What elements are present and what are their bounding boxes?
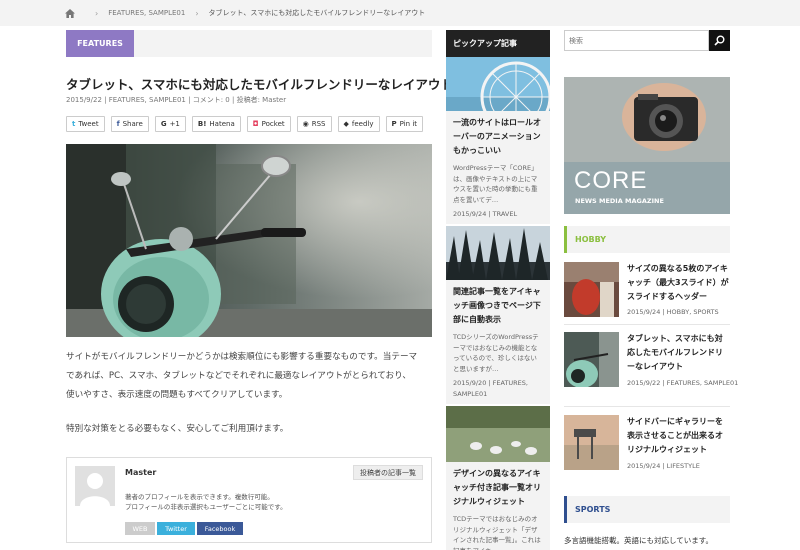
sidebar: CORE NEWS MEDIA MAGAZINE HOBBY サイズの異なる5枚…: [564, 30, 738, 545]
share-label: Tweet: [78, 120, 99, 128]
avatar: [75, 466, 115, 506]
category-bar: [134, 30, 432, 57]
banner-title: CORE: [574, 167, 648, 194]
breadcrumb: › FEATURES, SAMPLE01 › タブレット、スマホにも対応したモバ…: [0, 0, 800, 26]
author-posts-button[interactable]: 投稿者の記事一覧: [353, 465, 423, 480]
sidebar-post-meta: 2015/9/24 | LIFESTYLE: [627, 462, 700, 470]
search-button[interactable]: [709, 30, 730, 51]
pickup-excerpt: TCDシリーズのWordPressテーマではおなじみの機能となっているので、珍し…: [453, 333, 539, 373]
sidebar-post-meta: 2015/9/24 | HOBBY, SPORTS: [627, 308, 719, 316]
core-banner[interactable]: CORE NEWS MEDIA MAGAZINE: [564, 77, 730, 214]
share-label: RSS: [311, 120, 326, 128]
hatena-icon: B!: [197, 120, 207, 128]
sports-heading[interactable]: SPORTS: [564, 496, 730, 523]
post-date: 2015/9/22: [66, 96, 102, 104]
sports-text: 多言語機能搭載。英語にも対応しています。: [564, 536, 714, 545]
sidebar-post-thumbnail[interactable]: [564, 262, 619, 317]
post-body-line: であれば、PC、スマホ、タブレットなどでそれぞれに最適なレイアウトがとられており…: [66, 371, 411, 381]
home-icon[interactable]: [65, 8, 75, 18]
sidebar-post-thumbnail[interactable]: [564, 332, 619, 387]
share-buttons: t Tweet f Share G +1 B! Hatena ◘ Pocket …: [66, 116, 424, 132]
post-categories[interactable]: FEATURES, SAMPLE01: [109, 96, 186, 104]
pickup-meta: 2015/9/24 | TRAVEL: [453, 210, 518, 218]
share-label: Hatena: [209, 120, 235, 128]
divider: [564, 406, 730, 407]
pickup-column: ピックアップ記事 一流のサイトはロールオーバーのアニメーションもかっこいい Wo…: [446, 30, 550, 550]
pickup-heading: ピックアップ記事: [446, 30, 550, 57]
pickup-title[interactable]: 関連記事一覧をアイキャッチ画像つきでページ下部に自動表示: [446, 280, 550, 327]
feedly-icon: ◆: [343, 120, 349, 128]
author-description-line: プロフィールの非表示選択もユーザーごとに可能です。: [125, 503, 287, 511]
chevron-right-icon: ›: [195, 8, 199, 18]
pinterest-icon: P: [391, 120, 397, 128]
pickup-title[interactable]: 一流のサイトはロールオーバーのアニメーションもかっこいい: [446, 111, 550, 158]
sidebar-post-meta: 2015/9/22 | FEATURES, SAMPLE01: [627, 379, 739, 387]
share-button-pocket[interactable]: ◘ Pocket: [246, 116, 291, 132]
author-links: WEB Twitter Facebook: [125, 522, 243, 535]
divider: [564, 324, 730, 325]
post-comments[interactable]: コメント: 0: [193, 96, 230, 104]
share-label: feedly: [351, 120, 374, 128]
article: FEATURES タブレット、スマホにも対応したモバイルフレンドリーなレイアウト…: [66, 30, 453, 543]
category-label[interactable]: FEATURES: [66, 30, 134, 57]
hero-image: [66, 144, 432, 337]
pickup-meta: 2015/9/20 | FEATURES, SAMPLE01: [453, 379, 528, 398]
pickup-thumbnail[interactable]: [446, 57, 550, 111]
share-label: +1: [169, 120, 180, 128]
share-button-facebook[interactable]: f Share: [110, 116, 149, 132]
rss-icon: ◉: [302, 120, 309, 128]
post-body-line: 使いやすさ、表示速度の問題もすべてクリアしています。: [66, 390, 288, 400]
banner-subtitle: NEWS MEDIA MAGAZINE: [575, 197, 664, 205]
post-author[interactable]: 投稿者: Master: [237, 96, 287, 104]
author-twitter-link[interactable]: Twitter: [157, 522, 195, 535]
pickup-excerpt: WordPressテーマ「CORE」は、画像やテキストの上にマウスを置いた時の挙…: [453, 164, 538, 204]
post-body: サイトがモバイルフレンドリーかどうかは検索順位にも影響する重要なものです。当テー…: [66, 348, 432, 405]
pickup-excerpt: TCDテーマではおなじみのオリジナルウィジェット「デザインされた記事一覧」。これ…: [453, 515, 541, 550]
share-button-pinterest[interactable]: P Pin it: [385, 116, 424, 132]
share-button-tweet[interactable]: t Tweet: [66, 116, 105, 132]
search-icon: [714, 35, 725, 46]
share-label: Share: [122, 120, 143, 128]
search-form: [564, 30, 730, 51]
author-box: Master 投稿者の記事一覧 著者のプロフィールを表示できます。複数行可能。 …: [66, 457, 432, 543]
sidebar-post-title[interactable]: サイドバーにギャラリーを表示させることが出来るオリジナルウィジェット: [627, 415, 730, 457]
pickup-title[interactable]: デザインの異なるアイキャッチ付き記事一覧オリジナルウィジェット: [446, 462, 550, 509]
share-button-google-plus[interactable]: G +1: [154, 116, 186, 132]
share-button-feedly[interactable]: ◆ feedly: [337, 116, 380, 132]
breadcrumb-current: タブレット、スマホにも対応したモバイルフレンドリーなレイアウト: [208, 9, 426, 17]
breadcrumb-category-link[interactable]: FEATURES, SAMPLE01: [108, 9, 185, 17]
share-label: Pocket: [261, 120, 285, 128]
pickup-item[interactable]: デザインの異なるアイキャッチ付き記事一覧オリジナルウィジェット TCDテーマでは…: [446, 406, 550, 550]
pickup-item[interactable]: 関連記事一覧をアイキャッチ画像つきでページ下部に自動表示 TCDシリーズのWor…: [446, 226, 550, 404]
google-plus-icon: G: [160, 120, 167, 128]
sidebar-post-title[interactable]: サイズの異なる5枚のアイキャッチ（最大3スライド）がスライドするヘッダー: [627, 262, 730, 304]
author-name: Master: [125, 468, 157, 477]
pickup-thumbnail[interactable]: [446, 226, 550, 280]
author-description-line: 著者のプロフィールを表示できます。複数行可能。: [125, 493, 274, 501]
pickup-thumbnail[interactable]: [446, 406, 550, 462]
post-meta: 2015/9/22 | FEATURES, SAMPLE01 | コメント: 0…: [66, 96, 287, 104]
hobby-heading[interactable]: HOBBY: [564, 226, 730, 253]
sidebar-post-thumbnail[interactable]: [564, 415, 619, 470]
facebook-icon: f: [116, 120, 120, 128]
sidebar-post-title[interactable]: タブレット、スマホにも対応したモバイルフレンドリーなレイアウト: [627, 332, 730, 374]
search-input[interactable]: [564, 30, 709, 51]
pocket-icon: ◘: [252, 120, 259, 128]
chevron-right-icon: ›: [95, 8, 99, 18]
share-label: Pin it: [399, 120, 418, 128]
author-facebook-link[interactable]: Facebook: [197, 522, 243, 535]
share-button-rss[interactable]: ◉ RSS: [296, 116, 332, 132]
post-title: タブレット、スマホにも対応したモバイルフレンドリーなレイアウト: [66, 77, 453, 92]
post-body-line: サイトがモバイルフレンドリーかどうかは検索順位にも影響する重要なものです。当テー…: [66, 352, 418, 362]
tweet-icon: t: [72, 120, 76, 128]
share-button-hatena[interactable]: B! Hatena: [191, 116, 241, 132]
post-body-line: 特別な対策をとる必要もなく、安心してご利用頂けます。: [66, 424, 289, 434]
author-description: 著者のプロフィールを表示できます。複数行可能。 プロフィールの非表示選択もユーザ…: [125, 492, 287, 512]
pickup-item[interactable]: 一流のサイトはロールオーバーのアニメーションもかっこいい WordPressテー…: [446, 57, 550, 224]
author-web-link[interactable]: WEB: [125, 522, 155, 535]
